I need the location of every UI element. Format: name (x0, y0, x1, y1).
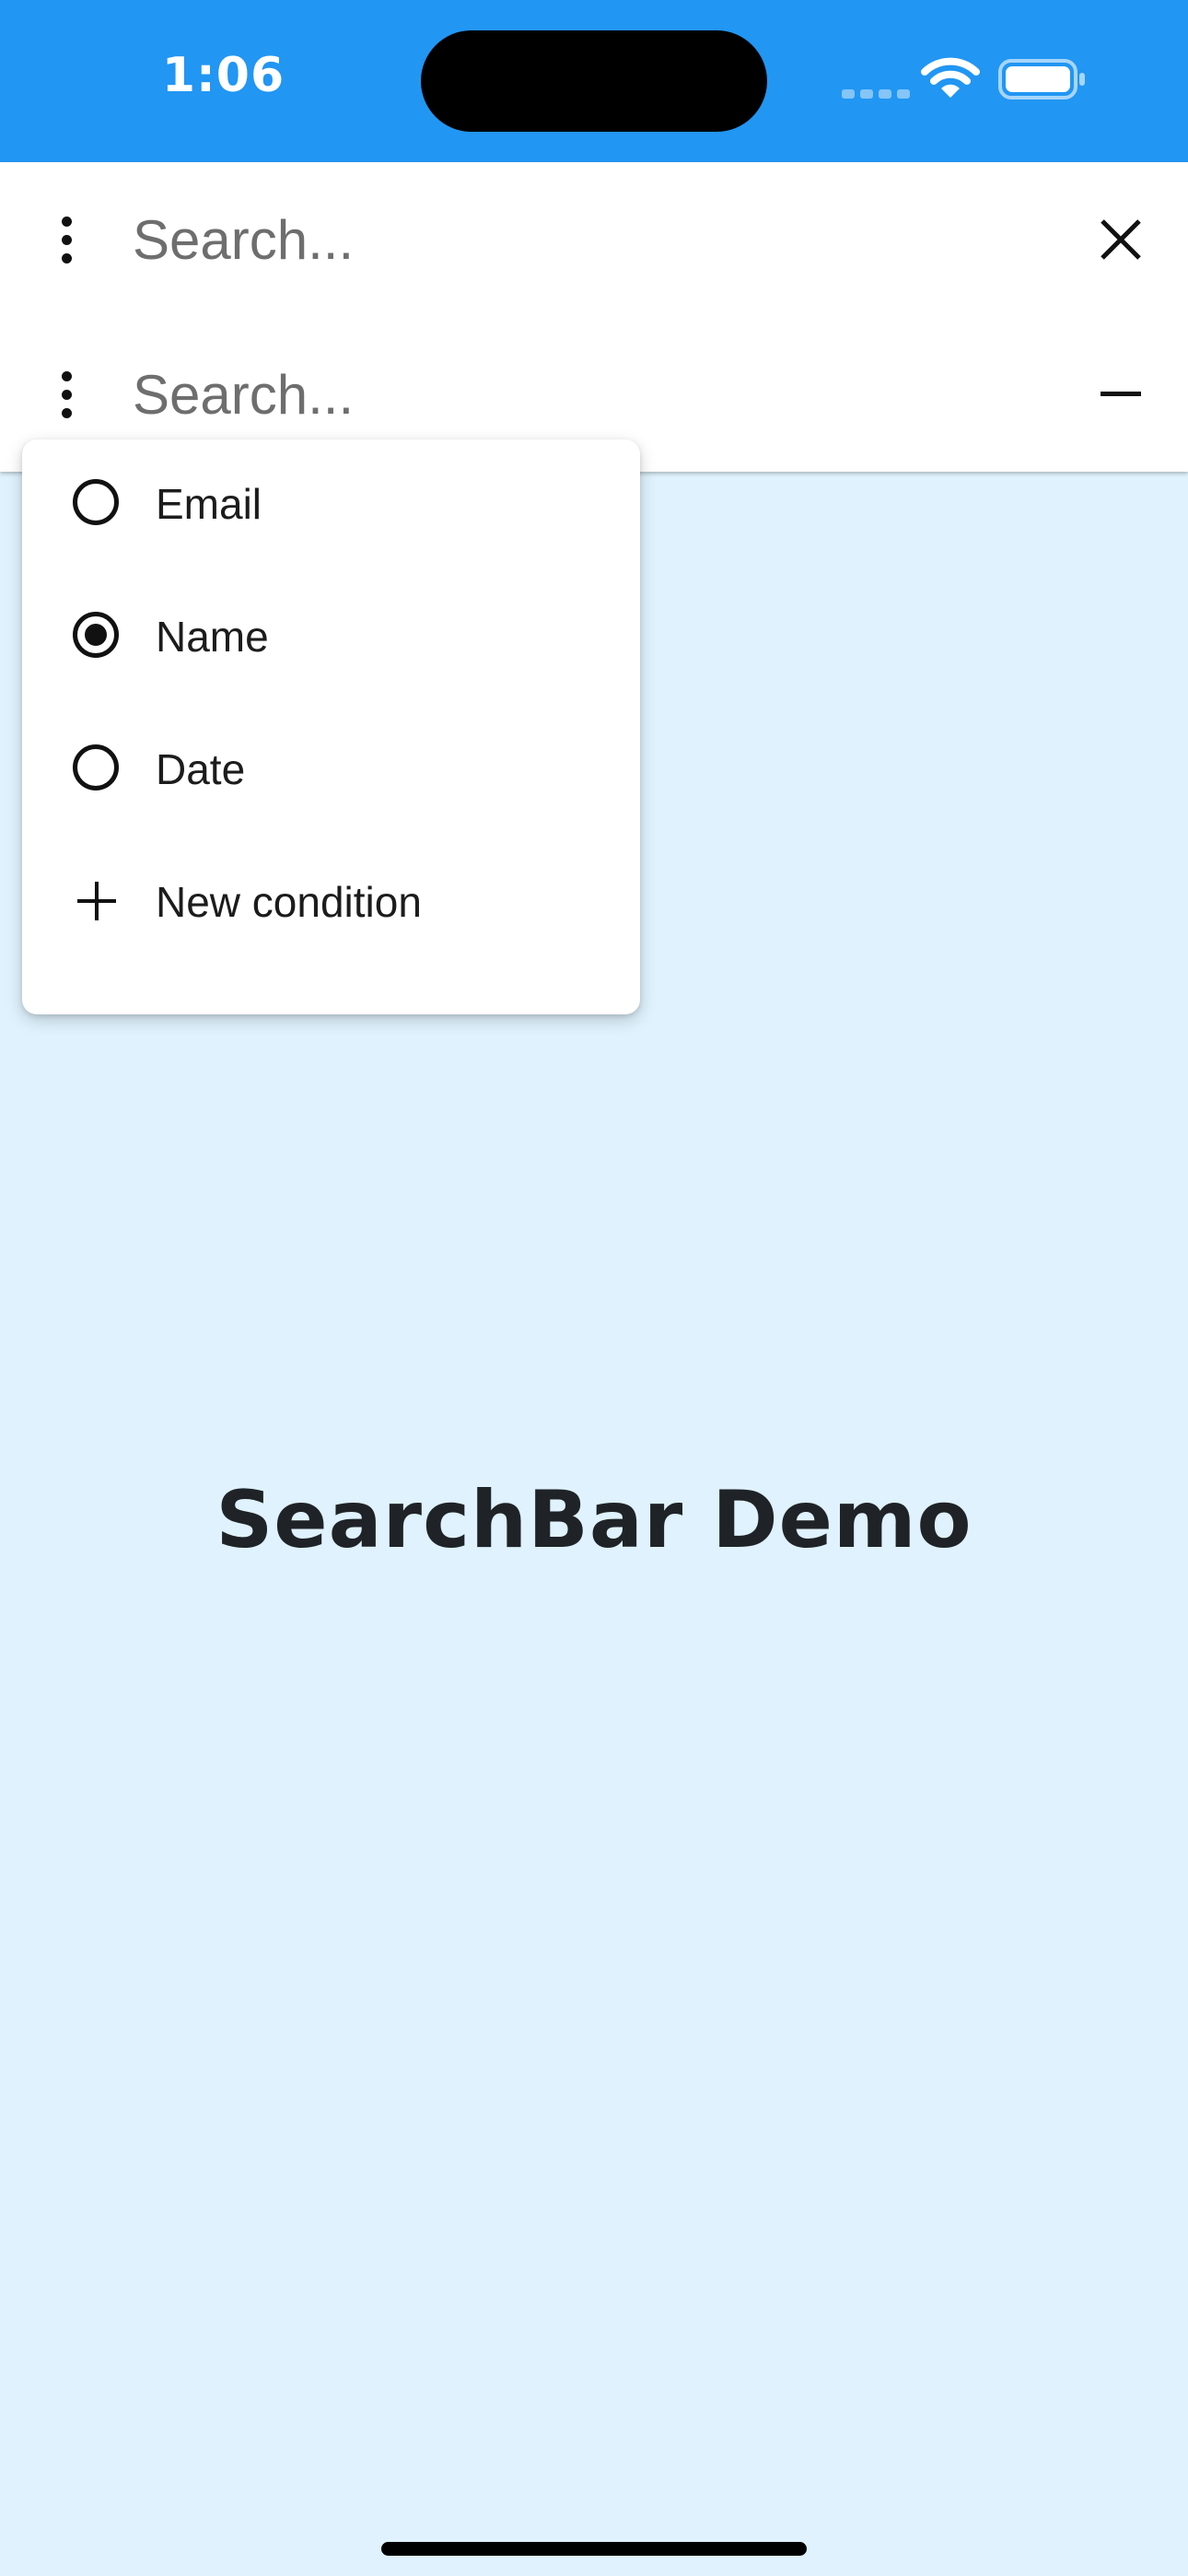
minus-icon[interactable] (1092, 372, 1149, 416)
battery-icon (998, 59, 1085, 100)
radio-unchecked-icon[interactable] (73, 744, 119, 790)
radio-unchecked-icon[interactable] (73, 479, 119, 525)
close-icon[interactable] (1092, 217, 1149, 262)
cellular-signal-icon (842, 87, 915, 103)
page-title: SearchBar Demo (215, 1474, 973, 1566)
status-bar: 1:06 (0, 0, 1188, 162)
more-vert-icon[interactable] (46, 210, 87, 269)
menu-item-email[interactable]: Email (22, 439, 640, 572)
radio-checked-icon[interactable] (73, 612, 119, 658)
home-indicator[interactable] (381, 2542, 807, 2556)
status-time: 1:06 (161, 48, 285, 103)
menu-item-new-condition[interactable]: New condition (22, 837, 640, 970)
menu-item-label: New condition (156, 878, 422, 926)
search-bar-1 (0, 162, 1188, 317)
menu-item-name[interactable]: Name (22, 572, 640, 705)
menu-item-label: Name (156, 613, 269, 661)
more-vert-icon[interactable] (46, 365, 87, 424)
search-panel (0, 162, 1188, 472)
menu-item-label: Email (156, 480, 262, 528)
filter-menu: Email Name Date New condition (22, 439, 640, 1014)
dynamic-island (421, 30, 767, 132)
search-input-2[interactable] (133, 354, 1054, 435)
wifi-icon (921, 57, 980, 98)
plus-icon (77, 882, 116, 920)
menu-item-date[interactable]: Date (22, 705, 640, 837)
search-input-1[interactable] (133, 199, 1054, 280)
menu-item-label: Date (156, 745, 246, 793)
